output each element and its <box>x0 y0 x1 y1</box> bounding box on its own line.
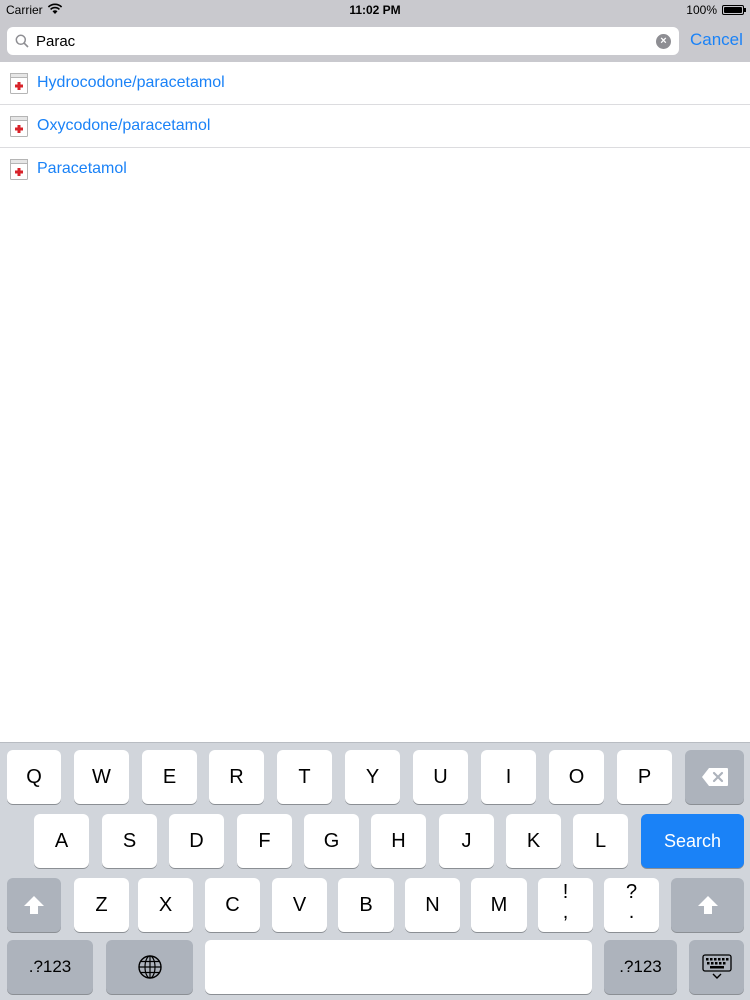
medicine-bottle-icon <box>10 159 28 180</box>
key-c[interactable]: C <box>205 878 260 932</box>
key-d[interactable]: D <box>169 814 224 868</box>
battery-percentage: 100% <box>686 3 717 17</box>
result-row-hydrocodone-paracetamol[interactable]: Hydrocodone/paracetamol <box>0 62 750 105</box>
key-r[interactable]: R <box>209 750 264 804</box>
cancel-button[interactable]: Cancel <box>690 30 743 50</box>
backspace-icon <box>701 768 728 786</box>
key-w[interactable]: W <box>74 750 129 804</box>
globe-key[interactable] <box>106 940 193 994</box>
result-row-oxycodone-paracetamol[interactable]: Oxycodone/paracetamol <box>0 105 750 148</box>
result-label: Paracetamol <box>37 160 127 177</box>
key-t[interactable]: T <box>277 750 332 804</box>
key-comma-label: , <box>562 901 569 923</box>
key-q[interactable]: Q <box>7 750 61 804</box>
search-key[interactable]: Search <box>641 814 744 868</box>
result-label: Hydrocodone/paracetamol <box>37 74 225 91</box>
medicine-bottle-icon <box>10 116 28 137</box>
search-input[interactable] <box>36 30 646 52</box>
key-p[interactable]: P <box>617 750 672 804</box>
key-h[interactable]: H <box>371 814 426 868</box>
key-g[interactable]: G <box>304 814 359 868</box>
keyboard: Q W E R T Y U I O P A S D F G H J K L Se… <box>0 742 750 1000</box>
status-bar: Carrier 11:02 PM 100% <box>0 0 750 20</box>
result-row-paracetamol[interactable]: Paracetamol <box>0 148 750 191</box>
key-period-label: . <box>628 901 635 923</box>
key-y[interactable]: Y <box>345 750 400 804</box>
key-k[interactable]: K <box>506 814 561 868</box>
key-u[interactable]: U <box>413 750 468 804</box>
shift-key-left[interactable] <box>7 878 61 932</box>
key-v[interactable]: V <box>272 878 327 932</box>
delete-key[interactable] <box>685 750 744 804</box>
results-list: Hydrocodone/paracetamol Oxycodone/parace… <box>0 62 750 191</box>
shift-icon <box>24 896 44 914</box>
key-question-label: ? <box>625 881 638 903</box>
key-exclamation-label: ! <box>562 881 569 903</box>
battery-icon <box>722 5 746 15</box>
key-i[interactable]: I <box>481 750 536 804</box>
numbers-key-right[interactable]: .?123 <box>604 940 677 994</box>
key-m[interactable]: M <box>471 878 527 932</box>
dismiss-keyboard-key[interactable] <box>689 940 744 994</box>
search-field[interactable]: × <box>7 27 679 55</box>
globe-icon <box>137 955 162 979</box>
key-f[interactable]: F <box>237 814 292 868</box>
search-header: × Cancel <box>0 20 750 62</box>
key-x[interactable]: X <box>138 878 193 932</box>
shift-icon <box>697 896 718 914</box>
space-key[interactable] <box>205 940 592 994</box>
search-icon <box>15 34 29 48</box>
clear-search-icon[interactable]: × <box>656 34 671 49</box>
shift-key-right[interactable] <box>671 878 744 932</box>
medicine-bottle-icon <box>10 73 28 94</box>
key-o[interactable]: O <box>549 750 604 804</box>
key-z[interactable]: Z <box>74 878 129 932</box>
key-l[interactable]: L <box>573 814 628 868</box>
keyboard-dismiss-icon <box>701 954 732 979</box>
key-b[interactable]: B <box>338 878 394 932</box>
key-n[interactable]: N <box>405 878 460 932</box>
key-exclamation-comma[interactable]: ! , <box>538 878 593 932</box>
key-question-period[interactable]: ? . <box>604 878 659 932</box>
clock: 11:02 PM <box>349 3 401 17</box>
key-e[interactable]: E <box>142 750 197 804</box>
result-label: Oxycodone/paracetamol <box>37 117 211 134</box>
key-a[interactable]: A <box>34 814 89 868</box>
numbers-key-left[interactable]: .?123 <box>7 940 93 994</box>
key-s[interactable]: S <box>102 814 157 868</box>
key-j[interactable]: J <box>439 814 494 868</box>
